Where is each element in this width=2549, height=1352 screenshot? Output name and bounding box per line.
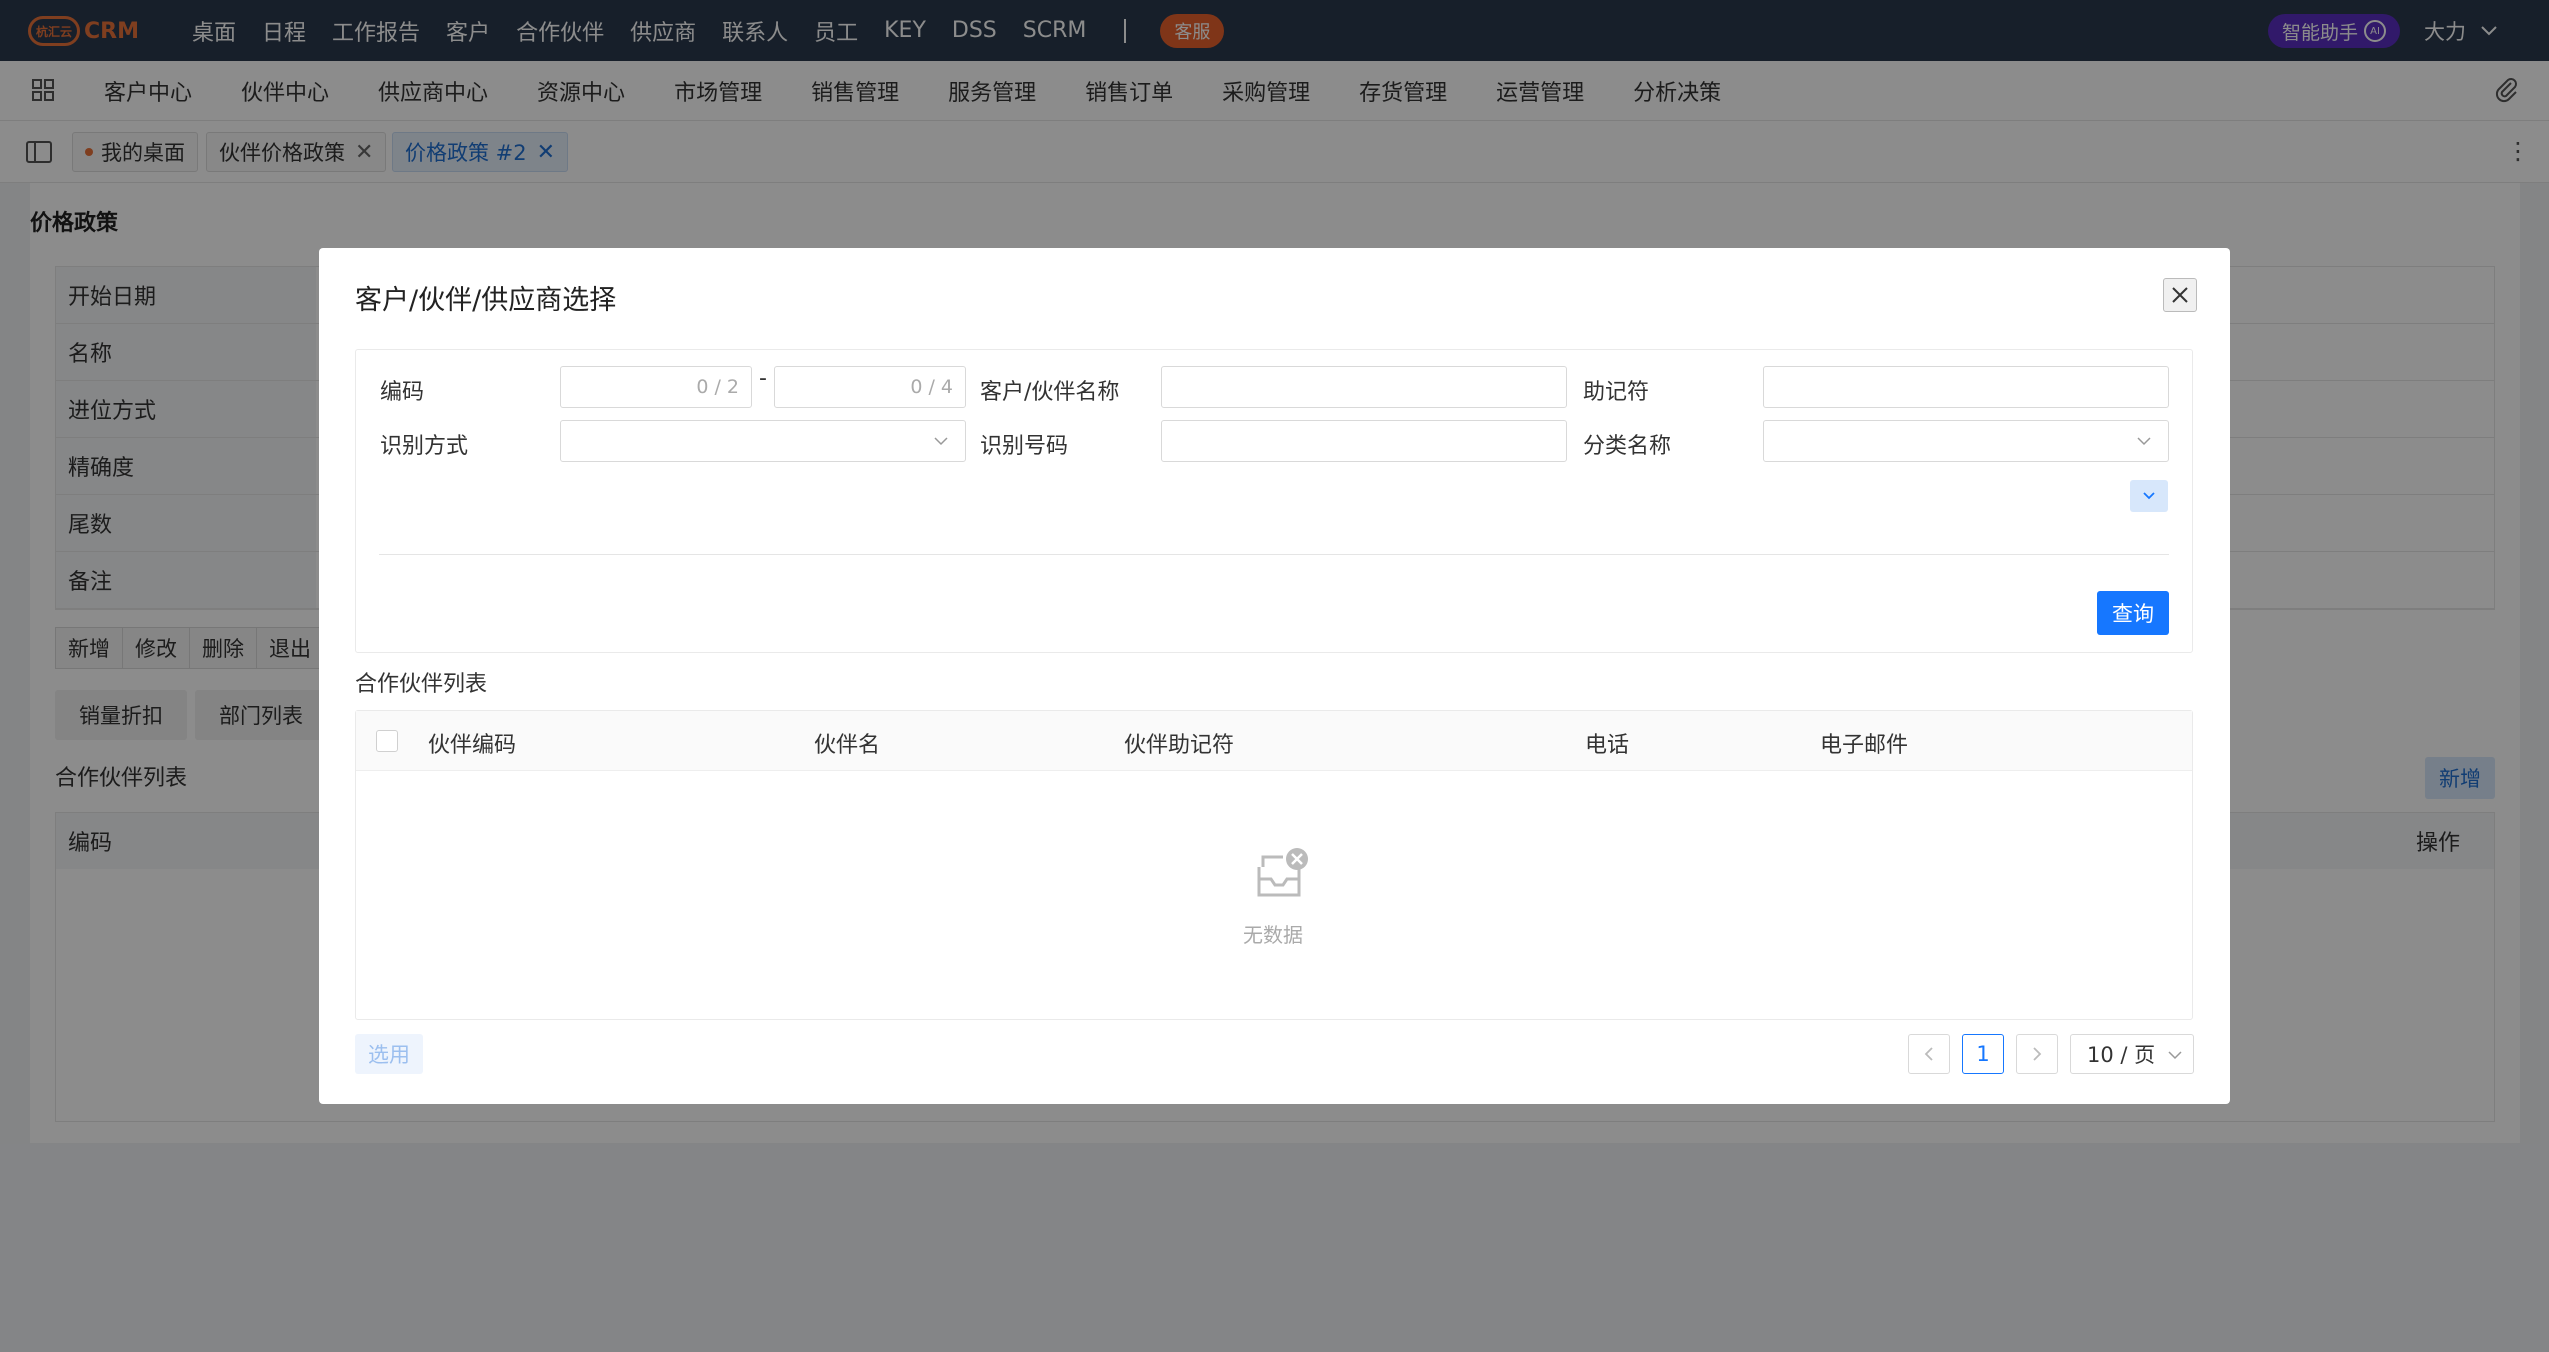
prev-page-button[interactable] (1908, 1034, 1950, 1074)
close-icon (2172, 287, 2188, 303)
next-page-button[interactable] (2016, 1034, 2058, 1074)
mnemonic-label: 助记符 (1583, 380, 1650, 405)
range-separator: - (759, 366, 767, 391)
search-panel: 编码 0 / 2 - 0 / 4 客户/伙伴名称 助记符 识别方式 识别号码 分… (355, 349, 2193, 653)
expand-filters-button[interactable] (2130, 480, 2168, 512)
chevron-down-icon (2143, 492, 2155, 500)
column-email: 电子邮件 (1820, 733, 1909, 758)
name-label: 客户/伙伴名称 (980, 380, 1120, 405)
mnemonic-input[interactable] (1763, 366, 2169, 408)
page-size-select[interactable]: 10 / 页 (2070, 1034, 2194, 1074)
category-select[interactable] (1763, 420, 2169, 462)
code-label: 编码 (380, 380, 425, 405)
column-phone: 电话 (1585, 733, 1630, 758)
code-from-input[interactable]: 0 / 2 (560, 366, 752, 408)
category-label: 分类名称 (1583, 434, 1672, 459)
id-type-label: 识别方式 (380, 434, 469, 459)
empty-inbox-icon (1257, 848, 1308, 897)
column-partner-name: 伙伴名 (814, 733, 881, 758)
partner-select-dialog: 客户/伙伴/供应商选择 编码 0 / 2 - 0 / 4 客户/伙伴名称 助记符… (319, 248, 2230, 1104)
id-number-input[interactable] (1161, 420, 1567, 462)
confirm-select-button[interactable]: 选用 (355, 1034, 423, 1074)
id-type-select[interactable] (560, 420, 966, 462)
column-partner-mnemonic: 伙伴助记符 (1124, 733, 1235, 758)
empty-text: 无数据 (1243, 923, 1303, 947)
select-all-checkbox[interactable] (376, 730, 398, 752)
chevron-down-icon (2137, 437, 2151, 446)
chevron-down-icon (934, 437, 948, 446)
table-header: 伙伴编码 伙伴名 伙伴助记符 电话 电子邮件 (356, 711, 2192, 771)
dialog-title: 客户/伙伴/供应商选择 (355, 285, 617, 316)
chevron-right-icon (2033, 1047, 2042, 1061)
page-1-button[interactable]: 1 (1962, 1034, 2004, 1074)
result-list-title: 合作伙伴列表 (355, 672, 488, 697)
char-counter: 0 / 4 (910, 376, 953, 398)
result-table: 伙伴编码 伙伴名 伙伴助记符 电话 电子邮件 无数据 (355, 710, 2193, 1020)
column-partner-code: 伙伴编码 (428, 733, 517, 758)
chevron-left-icon (1924, 1047, 1933, 1061)
query-button[interactable]: 查询 (2097, 591, 2169, 635)
page-size-value: 10 / 页 (2087, 1043, 2156, 1067)
chevron-down-icon (2168, 1051, 2182, 1060)
code-to-input[interactable]: 0 / 4 (774, 366, 966, 408)
dialog-close-button[interactable] (2163, 278, 2197, 312)
name-input[interactable] (1161, 366, 1567, 408)
search-divider (379, 554, 2169, 555)
id-number-label: 识别号码 (980, 434, 1069, 459)
char-counter: 0 / 2 (696, 376, 739, 398)
